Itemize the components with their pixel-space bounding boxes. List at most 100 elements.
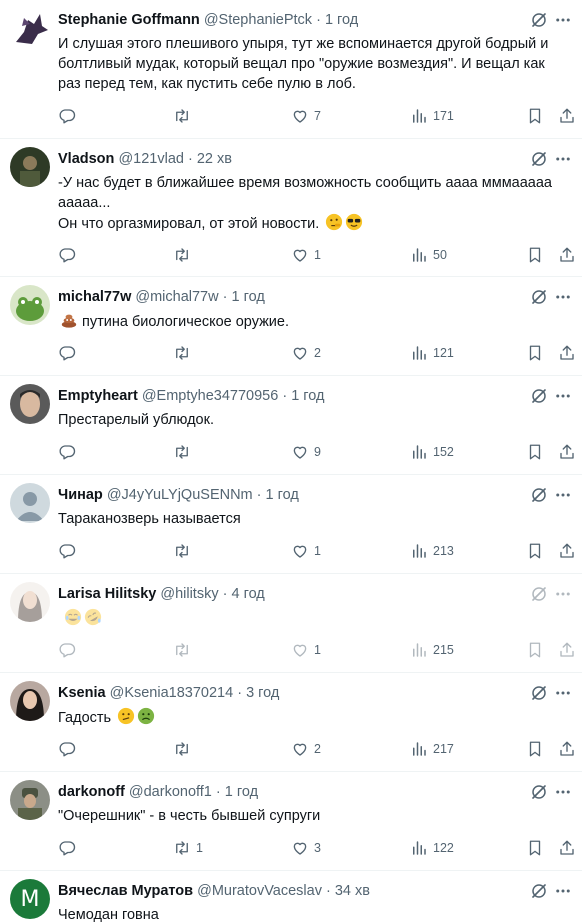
user-handle[interactable]: @121vlad [118, 151, 184, 167]
reply-tweet[interactable]: Emptyheart @Emptyhe34770956 · 1 год Прес… [0, 376, 582, 475]
grok-icon[interactable] [530, 882, 548, 900]
views-button[interactable]: 121 [410, 343, 454, 363]
bookmark-button[interactable] [526, 245, 544, 265]
timestamp[interactable]: 34 хв [335, 883, 370, 899]
more-icon[interactable] [554, 783, 572, 801]
user-handle[interactable]: @J4yYuLYjQuSENNm [107, 487, 253, 503]
timestamp[interactable]: 3 год [246, 685, 279, 701]
share-button[interactable] [558, 106, 576, 126]
reply-tweet[interactable]: Vladson @121vlad · 22 хв -У нас будет в … [0, 139, 582, 277]
user-handle[interactable]: @michal77w [135, 289, 218, 305]
display-name[interactable]: Vladson [58, 151, 114, 167]
avatar[interactable] [10, 681, 50, 721]
grok-icon[interactable] [530, 486, 548, 504]
grok-icon[interactable] [530, 150, 548, 168]
views-button[interactable]: 213 [410, 541, 454, 561]
reply-tweet[interactable]: michal77w @michal77w · 1 год путина биол… [0, 277, 582, 376]
views-button[interactable]: 122 [410, 838, 454, 858]
like-button[interactable]: 9 [291, 442, 321, 462]
views-button[interactable]: 215 [410, 640, 454, 660]
views-button[interactable]: 217 [410, 739, 454, 759]
share-button[interactable] [558, 442, 576, 462]
retweet-button[interactable] [173, 106, 196, 126]
grok-icon[interactable] [530, 783, 548, 801]
more-icon[interactable] [554, 288, 572, 306]
like-button[interactable]: 3 [291, 838, 321, 858]
user-handle[interactable]: @Emptyhe34770956 [142, 388, 278, 404]
views-button[interactable]: 171 [410, 106, 454, 126]
display-name[interactable]: Чинар [58, 487, 103, 503]
avatar[interactable] [10, 8, 50, 48]
timestamp[interactable]: 1 год [266, 487, 299, 503]
more-icon[interactable] [554, 486, 572, 504]
reply-tweet[interactable]: M Вячеслав Муратов @MuratovVaceslav · 34… [0, 871, 582, 923]
avatar[interactable] [10, 147, 50, 187]
views-button[interactable]: 152 [410, 442, 454, 462]
bookmark-button[interactable] [526, 442, 544, 462]
reply-button[interactable] [58, 739, 81, 759]
share-button[interactable] [558, 838, 576, 858]
like-button[interactable]: 1 [291, 640, 321, 660]
user-handle[interactable]: @MuratovVaceslav [197, 883, 322, 899]
share-button[interactable] [558, 541, 576, 561]
like-button[interactable]: 1 [291, 541, 321, 561]
reply-button[interactable] [58, 541, 81, 561]
bookmark-button[interactable] [526, 541, 544, 561]
share-button[interactable] [558, 245, 576, 265]
display-name[interactable]: Stephanie Goffmann [58, 12, 200, 28]
reply-tweet[interactable]: Stephanie Goffmann @StephaniePtck · 1 го… [0, 0, 582, 139]
retweet-button[interactable] [173, 442, 196, 462]
like-button[interactable]: 2 [291, 343, 321, 363]
avatar[interactable] [10, 384, 50, 424]
bookmark-button[interactable] [526, 838, 544, 858]
timestamp[interactable]: 1 год [291, 388, 324, 404]
grok-icon[interactable] [530, 585, 548, 603]
bookmark-button[interactable] [526, 343, 544, 363]
more-icon[interactable] [554, 585, 572, 603]
share-button[interactable] [558, 640, 576, 660]
display-name[interactable]: Вячеслав Муратов [58, 883, 193, 899]
retweet-button[interactable] [173, 245, 196, 265]
grok-icon[interactable] [530, 387, 548, 405]
avatar[interactable]: M [10, 879, 50, 919]
timestamp[interactable]: 4 год [232, 586, 265, 602]
retweet-button[interactable] [173, 640, 196, 660]
grok-icon[interactable] [530, 288, 548, 306]
share-button[interactable] [558, 343, 576, 363]
reply-tweet[interactable]: Larisa Hilitsky @hilitsky · 4 год 1 215 [0, 574, 582, 673]
more-icon[interactable] [554, 684, 572, 702]
reply-button[interactable] [58, 640, 81, 660]
display-name[interactable]: darkonoff [58, 784, 125, 800]
reply-tweet[interactable]: Ksenia @Ksenia18370214 · 3 год Гадость 2… [0, 673, 582, 772]
avatar[interactable] [10, 582, 50, 622]
avatar[interactable] [10, 285, 50, 325]
display-name[interactable]: Emptyheart [58, 388, 138, 404]
retweet-button[interactable] [173, 343, 196, 363]
retweet-button[interactable] [173, 739, 196, 759]
user-handle[interactable]: @StephaniePtck [204, 12, 312, 28]
user-handle[interactable]: @Ksenia18370214 [110, 685, 234, 701]
retweet-button[interactable]: 1 [173, 838, 203, 858]
like-button[interactable]: 7 [291, 106, 321, 126]
views-button[interactable]: 50 [410, 245, 447, 265]
display-name[interactable]: Ksenia [58, 685, 106, 701]
bookmark-button[interactable] [526, 106, 544, 126]
timestamp[interactable]: 1 год [232, 289, 265, 305]
more-icon[interactable] [554, 150, 572, 168]
reply-tweet[interactable]: darkonoff @darkonoff1 · 1 год "Очерешник… [0, 772, 582, 871]
more-icon[interactable] [554, 11, 572, 29]
avatar[interactable] [10, 483, 50, 523]
retweet-button[interactable] [173, 541, 196, 561]
share-button[interactable] [558, 739, 576, 759]
timestamp[interactable]: 22 хв [197, 151, 232, 167]
reply-button[interactable] [58, 442, 81, 462]
grok-icon[interactable] [530, 684, 548, 702]
like-button[interactable]: 2 [291, 739, 321, 759]
reply-tweet[interactable]: Чинар @J4yYuLYjQuSENNm · 1 год Тараканоз… [0, 475, 582, 574]
reply-button[interactable] [58, 838, 81, 858]
bookmark-button[interactable] [526, 739, 544, 759]
timestamp[interactable]: 1 год [325, 12, 358, 28]
display-name[interactable]: Larisa Hilitsky [58, 586, 156, 602]
timestamp[interactable]: 1 год [225, 784, 258, 800]
user-handle[interactable]: @darkonoff1 [129, 784, 212, 800]
